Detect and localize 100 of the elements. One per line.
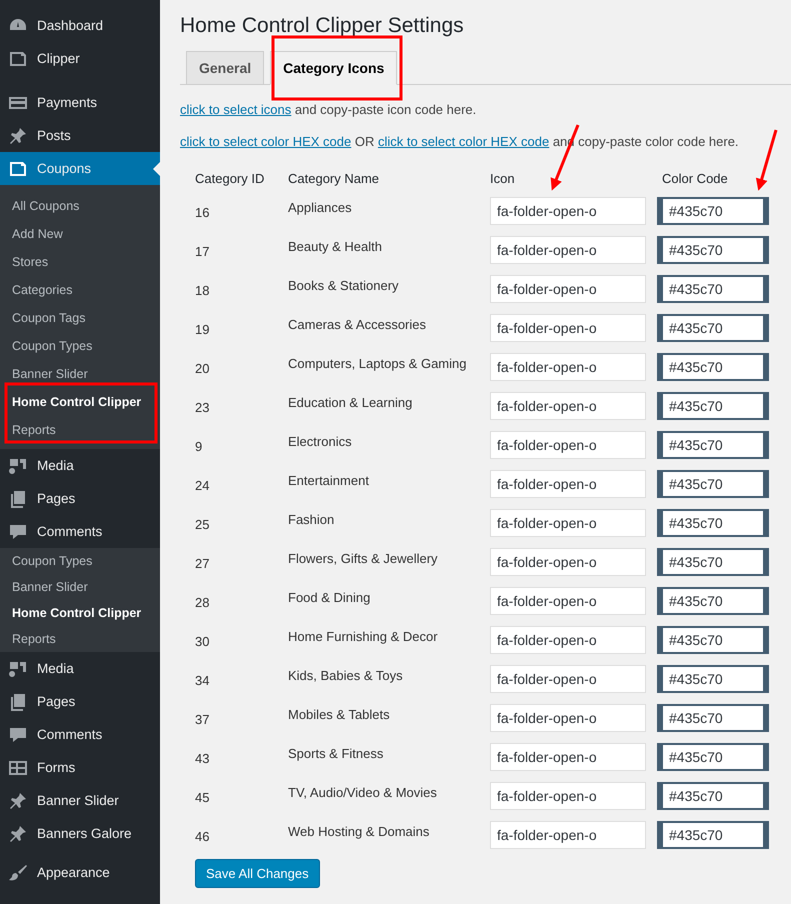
color-field[interactable]: #435c70 [657, 431, 769, 459]
icon-field[interactable]: fa-folder-open-o [490, 236, 646, 264]
color-field[interactable]: #435c70 [657, 197, 769, 225]
table-cell-text: 9 [195, 438, 204, 456]
table-cell-text: 19 [195, 321, 210, 339]
sidebar-item[interactable]: Posts [0, 119, 160, 152]
sidebar-item[interactable]: Pages [0, 685, 160, 718]
color-field[interactable]: #435c70 [657, 782, 769, 810]
column-header: Icon [490, 171, 516, 186]
save-button[interactable]: Save All Changes [195, 859, 320, 888]
sidebar-item[interactable]: Banners Galore [0, 817, 160, 850]
sidebar-item[interactable]: Payments [0, 86, 160, 119]
submenu-item[interactable]: Categories [0, 276, 160, 304]
table-cell-text: TV, Audio/Video & Movies [288, 784, 438, 802]
table-cell-text: Web Hosting & Domains [288, 823, 430, 841]
color-field[interactable]: #435c70 [657, 509, 769, 537]
table-cell-text: 37 [195, 711, 210, 729]
color-field[interactable]: #435c70 [657, 275, 769, 303]
sidebar-item[interactable]: Appearance [0, 856, 160, 889]
sidebar-item[interactable]: Banner Slider [0, 784, 160, 817]
pin-icon [8, 126, 28, 146]
icon-field[interactable]: fa-folder-open-o [490, 743, 646, 771]
sidebar-item[interactable]: Coupons [0, 152, 160, 185]
icon-field[interactable]: fa-folder-open-o [490, 353, 646, 381]
tab[interactable]: Category Icons [270, 51, 398, 85]
tab[interactable]: General [186, 51, 264, 85]
sidebar-item[interactable]: Comments [0, 718, 160, 751]
sidebar-item[interactable]: Forms [0, 751, 160, 784]
submenu-item[interactable]: Coupon Types [0, 548, 160, 574]
table-cell-text: 34 [195, 672, 210, 690]
color-field[interactable]: #435c70 [657, 704, 769, 732]
table-cell-text: Appliances [288, 199, 353, 217]
icon-field[interactable]: fa-folder-open-o [490, 665, 646, 693]
sidebar-item[interactable]: Comments [0, 515, 160, 548]
color-field[interactable]: #435c70 [657, 548, 769, 576]
submenu-item[interactable]: Home Control Clipper [0, 388, 160, 416]
icon-field[interactable]: fa-folder-open-o [490, 392, 646, 420]
table-cell-text: Home Furnishing & Decor [288, 628, 439, 646]
submenu-item[interactable]: Reports [0, 626, 160, 652]
icon-field[interactable]: fa-folder-open-o [490, 197, 646, 225]
table-cell-text: 18 [195, 282, 210, 300]
color-field[interactable]: #435c70 [657, 587, 769, 615]
table-cell-text: 28 [195, 594, 210, 612]
color-field[interactable]: #435c70 [657, 236, 769, 264]
icon-field[interactable]: fa-folder-open-o [490, 782, 646, 810]
icon-field[interactable]: fa-folder-open-o [490, 821, 646, 849]
page-title: Home Control Clipper Settings [180, 14, 465, 38]
table-cell-text: 16 [195, 204, 210, 222]
sidebar-item[interactable]: Clipper [0, 42, 160, 75]
sidebar-item[interactable]: Dashboard [0, 9, 160, 42]
submenu-item[interactable]: Reports [0, 416, 160, 444]
help-text: click to select icons and copy-paste icon code here. [180, 102, 478, 117]
table-cell-text: 25 [195, 516, 210, 534]
submenu-item[interactable]: Banner Slider [0, 574, 160, 600]
table-cell-text: Fashion [288, 511, 336, 529]
sidebar-item[interactable]: Pages [0, 482, 160, 515]
table-cell-text: 20 [195, 360, 210, 378]
icon-field[interactable]: fa-folder-open-o [490, 314, 646, 342]
color-field[interactable]: #435c70 [657, 821, 769, 849]
link[interactable]: click to select color HEX code [378, 134, 550, 149]
table-cell-text: Food & Dining [288, 589, 372, 607]
submenu-item[interactable]: Coupon Tags [0, 304, 160, 332]
color-field[interactable]: #435c70 [657, 743, 769, 771]
icon-field[interactable]: fa-folder-open-o [490, 587, 646, 615]
table-cell-text: Computers, Laptops & Gaming [288, 355, 468, 373]
arrow-annotation [756, 130, 778, 191]
color-field[interactable]: #435c70 [657, 626, 769, 654]
color-field[interactable]: #435c70 [657, 470, 769, 498]
link[interactable]: click to select icons [180, 102, 292, 117]
sidebar-item[interactable]: Media [0, 652, 160, 685]
icon-field[interactable]: fa-folder-open-o [490, 548, 646, 576]
column-header: Category ID [195, 171, 266, 186]
submenu-item[interactable]: Add New [0, 220, 160, 248]
sidebar-item[interactable]: Media [0, 449, 160, 482]
table-cell-text: Cameras & Accessories [288, 316, 427, 334]
color-field[interactable]: #435c70 [657, 392, 769, 420]
icon-field[interactable]: fa-folder-open-o [490, 470, 646, 498]
pages-icon [8, 692, 28, 712]
icon-field[interactable]: fa-folder-open-o [490, 431, 646, 459]
arrow-annotation [550, 124, 580, 191]
pages-icon [8, 488, 28, 508]
submenu-item[interactable]: Home Control Clipper [0, 600, 160, 626]
submenu-item[interactable]: Banner Slider [0, 360, 160, 388]
table-cell-text: Mobiles & Tablets [288, 706, 391, 724]
color-field[interactable]: #435c70 [657, 353, 769, 381]
table-cell-text: 24 [195, 477, 210, 495]
icon-field[interactable]: fa-folder-open-o [490, 704, 646, 732]
table-cell-text: Sports & Fitness [288, 745, 384, 763]
icon-field[interactable]: fa-folder-open-o [490, 275, 646, 303]
submenu-item[interactable]: Stores [0, 248, 160, 276]
table-cell-text: 23 [195, 399, 210, 417]
color-field[interactable]: #435c70 [657, 314, 769, 342]
submenu-item[interactable]: Coupon Types [0, 332, 160, 360]
submenu-item[interactable]: All Coupons [0, 192, 160, 220]
table-cell-text: 43 [195, 750, 210, 768]
color-field[interactable]: #435c70 [657, 665, 769, 693]
icon-field[interactable]: fa-folder-open-o [490, 509, 646, 537]
table-cell-text: 27 [195, 555, 210, 573]
link[interactable]: click to select color HEX code [180, 134, 352, 149]
icon-field[interactable]: fa-folder-open-o [490, 626, 646, 654]
